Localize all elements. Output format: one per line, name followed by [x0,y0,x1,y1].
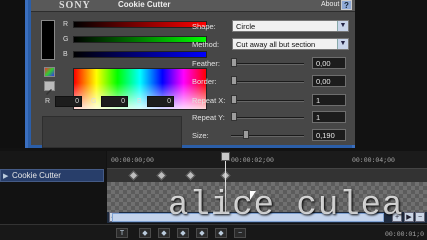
timecode-1: 00:00:02;00 [231,157,274,164]
shape-dropdown[interactable]: Circle ▼ [232,20,349,32]
g-value-field[interactable]: 0 [101,96,128,107]
preset-area [42,116,182,148]
g-field-label: G [91,98,97,105]
red-slider[interactable] [73,21,207,28]
track-header-spacer [0,151,106,169]
repeat-x-slider-track[interactable] [231,100,304,102]
shape-label: Shape: [192,22,216,31]
track-motion-icon[interactable]: T [116,228,128,238]
repeat-y-slider-thumb[interactable] [231,112,237,121]
green-slider[interactable] [73,36,207,43]
vegas-cookie-cutter-screen: SONY Cookie Cutter About ? R G B R 0 G 0… [0,0,427,240]
repeat-x-label: Repeat X: [192,96,226,105]
about-link[interactable]: About [321,1,339,8]
plugin-titlebar: SONY Cookie Cutter About ? [31,0,355,12]
end-timecode: 00:00:01;0 [385,231,425,238]
plugin-panel: SONY Cookie Cutter About ? R G B R 0 G 0… [31,0,355,148]
playhead-handle[interactable] [221,152,230,161]
help-button[interactable]: ? [341,0,352,10]
method-label: Method: [192,40,220,49]
timecode-2: 00:00:04;00 [352,157,395,164]
channel-label-g: G [63,36,69,43]
keyframe-row[interactable] [107,169,427,182]
repeat-y-label: Repeat Y: [192,113,225,122]
size-slider-track[interactable] [231,135,304,137]
repeat-y-value-field[interactable]: 1 [312,111,346,123]
repeat-y-slider-track[interactable] [231,117,304,119]
shape-value: Circle [236,22,256,31]
timecode-0: 00:00:00;00 [111,157,154,164]
mouse-pointer-icon [250,191,256,200]
next-keyframe-icon[interactable]: ◆ [196,228,208,238]
repeat-x-value-field[interactable]: 1 [312,94,346,106]
scroll-right-icon[interactable]: ▶ [404,212,414,222]
add-keyframe-icon[interactable]: ◆ [177,228,189,238]
palette-icon[interactable] [44,67,55,77]
last-keyframe-icon[interactable]: ◆ [215,228,227,238]
feather-label: Feather: [192,59,220,68]
feather-slider-thumb[interactable] [231,58,237,67]
b-value-field[interactable]: 0 [147,96,174,107]
blue-slider[interactable] [73,51,207,58]
plugin-window: SONY Cookie Cutter About ? R G B R 0 G 0… [25,0,355,148]
size-label: Size: [192,131,209,140]
background-left [0,0,25,148]
delete-keyframe-icon[interactable]: − [234,228,246,238]
border-value-field[interactable]: 0,00 [312,75,346,87]
size-slider-thumb[interactable] [243,130,249,139]
border-label: Border: [192,77,217,86]
channel-label-r: R [63,21,69,28]
method-dropdown[interactable]: Cut away all but section ▼ [232,38,349,50]
zoom-out-icon[interactable]: − [415,212,425,222]
border-slider-track[interactable] [231,81,304,83]
track-name: Cookie Cutter [12,171,61,180]
method-value: Cut away all but section [236,40,316,49]
triangle-right-icon[interactable]: ▶ [3,172,8,180]
channel-label-b: B [63,51,68,58]
size-value-field[interactable]: 0,190 [312,129,346,141]
first-keyframe-icon[interactable]: ◆ [139,228,151,238]
effect-name: Cookie Cutter [118,0,171,9]
feather-slider-track[interactable] [231,63,304,65]
repeat-x-slider-thumb[interactable] [231,95,237,104]
chevron-down-icon[interactable]: ▼ [337,39,348,49]
eyedropper-icon[interactable] [44,81,55,95]
r-value-field[interactable]: 0 [55,96,82,107]
keyframe-controller-bar [0,224,427,240]
b-field-label: B [137,98,142,105]
sony-logo: SONY [59,0,91,11]
prev-keyframe-icon[interactable]: ◆ [158,228,170,238]
r-field-label: R [45,98,51,105]
color-swatch[interactable] [41,20,55,60]
chevron-down-icon[interactable]: ▼ [337,21,348,31]
track-header-cookie-cutter[interactable]: ▶ Cookie Cutter [0,169,104,182]
watermark-text: alice culea [168,187,404,225]
feather-value-field[interactable]: 0,00 [312,57,346,69]
border-slider-thumb[interactable] [231,76,237,85]
